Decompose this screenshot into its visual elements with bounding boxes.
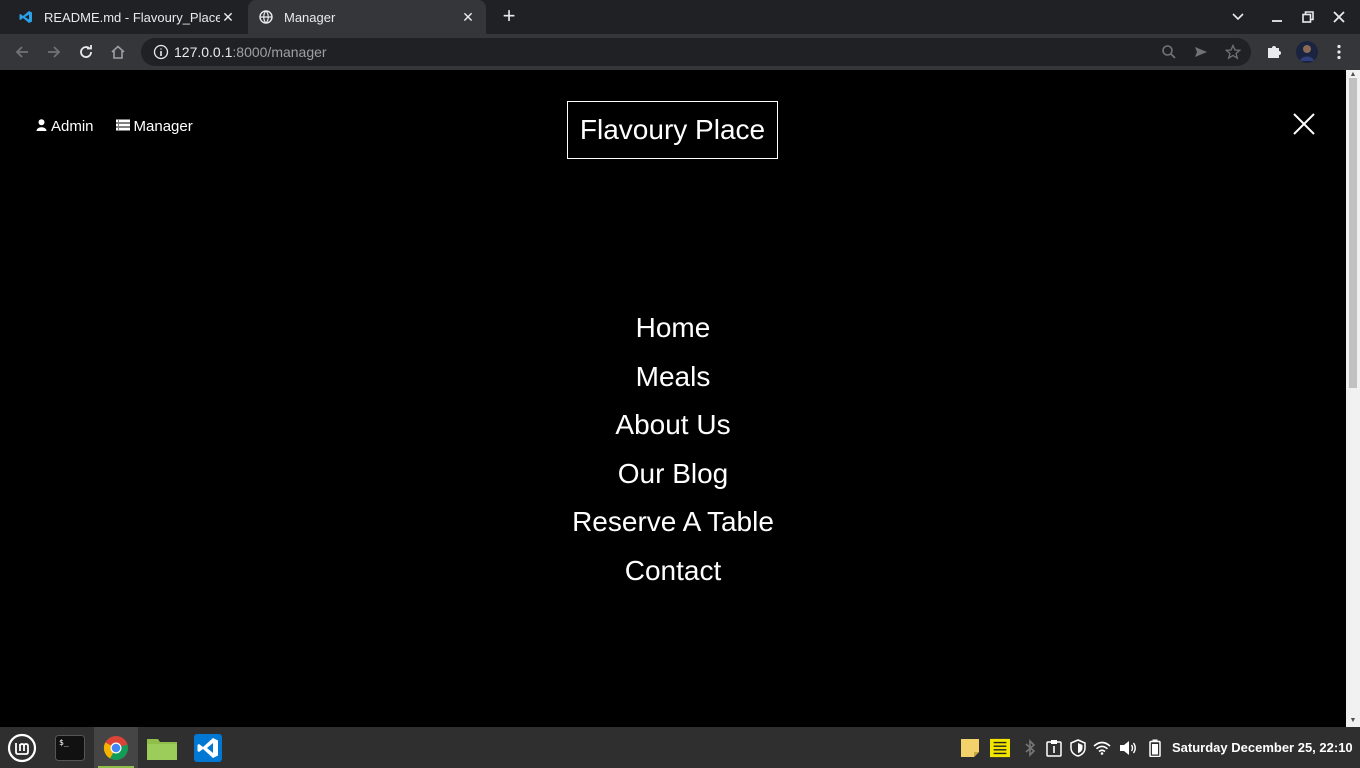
- manager-link-label: Manager: [133, 118, 193, 135]
- bluetooth-icon[interactable]: [1020, 738, 1040, 758]
- page-scrollbar[interactable]: ▲ ▼: [1346, 70, 1360, 727]
- manager-link[interactable]: Manager: [115, 118, 193, 135]
- menu-item-our-blog[interactable]: Our Blog: [0, 454, 1346, 503]
- forward-icon[interactable]: [42, 40, 66, 64]
- globe-icon: [258, 9, 274, 25]
- vscode-taskbar-icon[interactable]: [186, 727, 230, 768]
- reload-icon[interactable]: [74, 40, 98, 64]
- top-links: Admin Manager: [36, 118, 193, 135]
- shield-icon[interactable]: [1068, 738, 1088, 758]
- menu-list-icon: [115, 118, 130, 135]
- close-menu-icon[interactable]: [1292, 112, 1316, 136]
- files-folder-icon[interactable]: [140, 727, 184, 768]
- scroll-thumb[interactable]: [1349, 78, 1357, 388]
- menu-item-home[interactable]: Home: [0, 308, 1346, 357]
- tab-title: Manager: [284, 9, 336, 25]
- minimize-icon[interactable]: [1261, 0, 1293, 34]
- close-window-icon[interactable]: [1323, 0, 1355, 34]
- home-icon[interactable]: [106, 40, 130, 64]
- wifi-icon[interactable]: [1092, 738, 1112, 758]
- bookmark-star-icon[interactable]: [1224, 43, 1242, 60]
- taskbar: $_ Saturday December 25, 22:10: [0, 727, 1360, 768]
- menu-item-meals[interactable]: Meals: [0, 357, 1346, 406]
- tab-close-icon[interactable]: ✕: [460, 9, 476, 25]
- clock[interactable]: Saturday December 25, 22:10: [1172, 740, 1353, 755]
- terminal-icon[interactable]: $_: [48, 727, 92, 768]
- volume-icon[interactable]: [1118, 738, 1138, 758]
- user-icon: [36, 118, 47, 135]
- battery-icon[interactable]: [1145, 738, 1165, 758]
- scroll-down-icon[interactable]: ▼: [1349, 717, 1357, 724]
- chrome-icon[interactable]: [94, 727, 138, 768]
- menu-item-about-us[interactable]: About Us: [0, 405, 1346, 454]
- back-icon[interactable]: [10, 40, 34, 64]
- tab-title: README.md - Flavoury_Place: [44, 9, 220, 25]
- more-menu-icon[interactable]: [1330, 43, 1348, 61]
- info-icon[interactable]: [153, 44, 169, 60]
- restore-icon[interactable]: [1292, 0, 1324, 34]
- page-content: Admin Manager Flavoury Place Home Meals …: [0, 70, 1346, 727]
- update-manager-icon[interactable]: [1044, 738, 1064, 758]
- address-bar[interactable]: 127.0.0.1:8000/manager: [141, 38, 1251, 66]
- browser-tab-bar: README.md - Flavoury_Place ✕ Manager ✕ +: [0, 0, 1360, 34]
- notes-list-icon[interactable]: [990, 738, 1010, 758]
- menu-item-reserve-a-table[interactable]: Reserve A Table: [0, 502, 1346, 551]
- tab-readme[interactable]: README.md - Flavoury_Place ✕: [8, 0, 246, 34]
- zoom-icon[interactable]: [1161, 44, 1177, 60]
- tab-search-icon[interactable]: [1222, 0, 1254, 34]
- mint-menu-icon[interactable]: [0, 727, 44, 768]
- url-text: 127.0.0.1:8000/manager: [174, 44, 327, 60]
- sticky-notes-icon[interactable]: [960, 738, 980, 758]
- brand-logo[interactable]: Flavoury Place: [567, 101, 778, 159]
- tab-close-icon[interactable]: ✕: [220, 9, 236, 25]
- svg-text:$_: $_: [59, 738, 69, 747]
- menu-item-contact[interactable]: Contact: [0, 551, 1346, 600]
- vscode-icon: [18, 9, 34, 25]
- extensions-puzzle-icon[interactable]: [1265, 43, 1283, 61]
- new-tab-button[interactable]: +: [498, 5, 520, 28]
- avatar[interactable]: [1296, 41, 1318, 63]
- browser-toolbar: 127.0.0.1:8000/manager: [0, 34, 1360, 70]
- main-menu: Home Meals About Us Our Blog Reserve A T…: [0, 308, 1346, 600]
- send-icon[interactable]: [1193, 44, 1209, 60]
- admin-link-label: Admin: [51, 118, 94, 135]
- tab-manager[interactable]: Manager ✕: [248, 0, 486, 34]
- admin-link[interactable]: Admin: [36, 118, 94, 135]
